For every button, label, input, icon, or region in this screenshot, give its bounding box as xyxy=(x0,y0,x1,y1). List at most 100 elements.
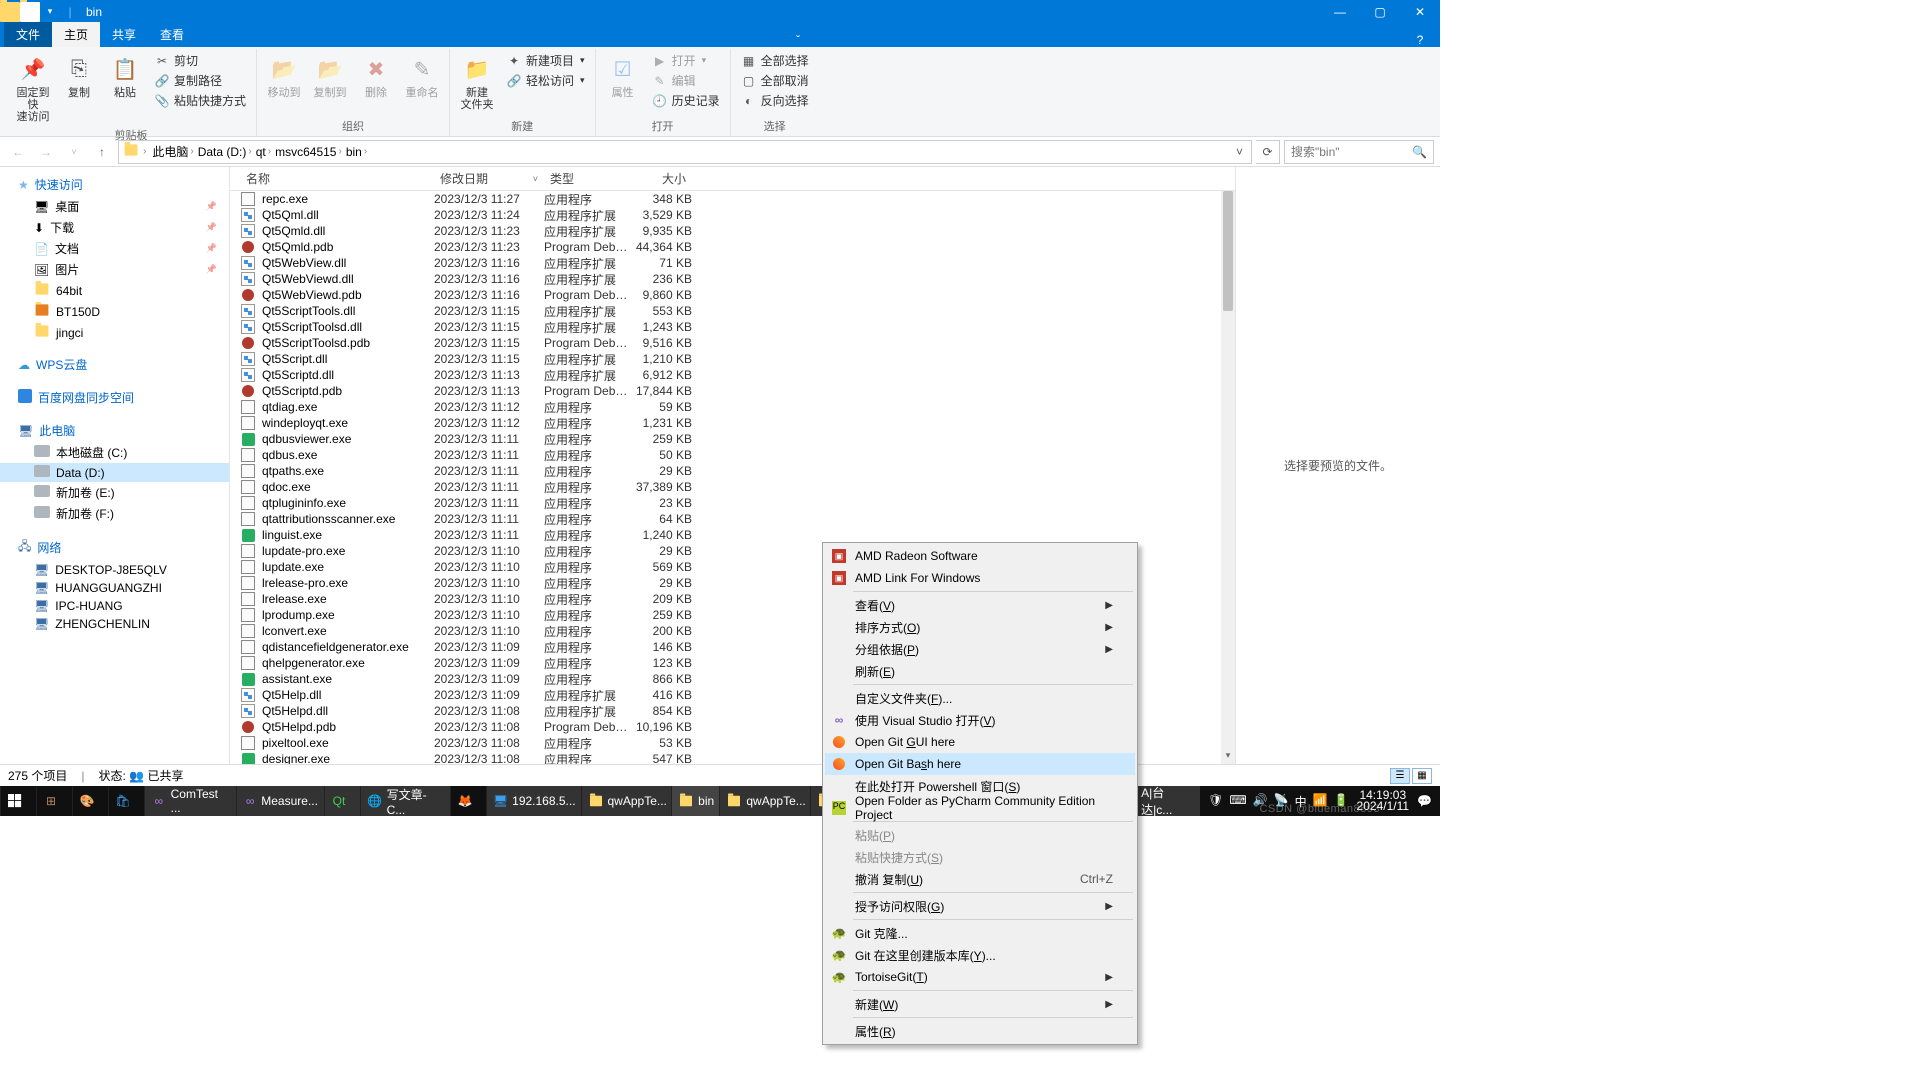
file-row[interactable]: repc.exe2023/12/3 11:27应用程序348 KB xyxy=(230,191,1235,207)
file-row[interactable]: qdbus.exe2023/12/3 11:11应用程序50 KB xyxy=(230,447,1235,463)
menu-item[interactable]: 查看(V)▶ xyxy=(825,594,1135,616)
select-all-button[interactable]: ▦全部选择 xyxy=(737,51,813,70)
file-row[interactable]: Qt5Script.dll2023/12/3 11:15应用程序扩展1,210 … xyxy=(230,351,1235,367)
tray-icon[interactable]: 中 xyxy=(1295,793,1307,810)
taskbar-button[interactable]: bin xyxy=(671,786,719,816)
nav-item[interactable]: ⬇下载 xyxy=(0,217,229,238)
taskbar-button[interactable]: 🌐写文章-C... xyxy=(360,786,450,816)
file-row[interactable]: Qt5WebView.dll2023/12/3 11:16应用程序扩展71 KB xyxy=(230,255,1235,271)
address-bar[interactable]: › 此电脑›Data (D:)›qt›msvc64515›bin› ˅ xyxy=(118,140,1252,164)
tray-icon[interactable]: 🔋 xyxy=(1334,793,1349,810)
forward-button[interactable]: → xyxy=(34,140,58,164)
nav-drive[interactable]: Data (D:) xyxy=(0,463,229,482)
file-row[interactable]: qtattributionsscanner.exe2023/12/3 11:11… xyxy=(230,511,1235,527)
breadcrumb[interactable]: msvc64515› xyxy=(273,145,344,159)
file-row[interactable]: qtpaths.exe2023/12/3 11:11应用程序29 KB xyxy=(230,463,1235,479)
maximize-button[interactable]: ▢ xyxy=(1360,0,1400,23)
nav-item[interactable]: 🖼图片 xyxy=(0,259,229,280)
file-row[interactable]: Qt5Qmld.dll2023/12/3 11:23应用程序扩展9,935 KB xyxy=(230,223,1235,239)
taskbar-button[interactable]: ∞ComTest ... xyxy=(144,786,236,816)
search-input[interactable]: 搜索"bin"🔍 xyxy=(1284,140,1434,164)
nav-drive[interactable]: 本地磁盘 (C:) xyxy=(0,442,229,463)
pin-to-quick-access-button[interactable]: 📌固定到快速访问 xyxy=(12,51,54,125)
menu-item[interactable]: 🐢TortoiseGit(T)▶ xyxy=(825,966,1135,988)
minimize-button[interactable]: — xyxy=(1320,0,1360,23)
nav-item[interactable]: BT150D xyxy=(0,301,229,322)
up-button[interactable]: ↑ xyxy=(90,140,114,164)
taskbar-button[interactable]: 🦊 xyxy=(450,786,486,816)
taskbar-button[interactable]: ⊞ xyxy=(36,786,72,816)
breadcrumb[interactable]: bin› xyxy=(344,145,369,159)
details-view-icon[interactable]: ☰ xyxy=(1390,768,1410,784)
file-row[interactable]: Qt5ScriptTools.dll2023/12/3 11:15应用程序扩展5… xyxy=(230,303,1235,319)
navigation-pane[interactable]: ★快速访问 🖥桌面⬇下载📄文档🖼图片64bitBT150Djingci ☁WPS… xyxy=(0,167,230,764)
nav-net-pc[interactable]: 🖥HUANGGUANGZHI xyxy=(0,579,229,597)
nav-net-pc[interactable]: 🖥IPC-HUANG xyxy=(0,597,229,615)
nav-item[interactable]: 📄文档 xyxy=(0,238,229,259)
move-to-button[interactable]: 📂移动到 xyxy=(263,51,305,101)
file-row[interactable]: qtdiag.exe2023/12/3 11:12应用程序59 KB xyxy=(230,399,1235,415)
col-name[interactable]: 名称 xyxy=(240,170,434,187)
menu-item[interactable]: 撤消 复制(U)Ctrl+Z xyxy=(825,868,1135,890)
menu-item[interactable]: 🐢Git 克隆... xyxy=(825,922,1135,944)
menu-item[interactable]: 自定义文件夹(F)... xyxy=(825,687,1135,709)
file-row[interactable]: Qt5Scriptd.dll2023/12/3 11:13应用程序扩展6,912… xyxy=(230,367,1235,383)
tray-icon[interactable]: 📶 xyxy=(1313,793,1328,810)
clock[interactable]: 14:19:03 2024/1/11 xyxy=(1357,790,1410,812)
address-dropdown-icon[interactable]: ˅ xyxy=(1232,145,1247,159)
col-type[interactable]: 类型 xyxy=(544,170,632,187)
nav-net-pc[interactable]: 🖥ZHENGCHENLIN xyxy=(0,615,229,633)
properties-button[interactable]: ☑属性 xyxy=(602,51,644,101)
menu-item[interactable]: 排序方式(O)▶ xyxy=(825,616,1135,638)
taskbar-button[interactable]: 🛍 xyxy=(108,786,144,816)
taskbar-button[interactable]: qwAppTe... xyxy=(719,786,810,816)
menu-item[interactable]: Open Git Bash here xyxy=(825,753,1135,775)
col-date[interactable]: 修改日期˅ xyxy=(434,170,544,187)
baidu-sync[interactable]: 百度网盘同步空间 xyxy=(0,386,229,409)
menu-item[interactable]: 分组依据(P)▶ xyxy=(825,638,1135,660)
ribbon-collapse-icon[interactable]: ˇ xyxy=(778,33,818,47)
nav-drive[interactable]: 新加卷 (E:) xyxy=(0,482,229,503)
file-row[interactable]: Qt5WebViewd.dll2023/12/3 11:16应用程序扩展236 … xyxy=(230,271,1235,287)
nav-net-pc[interactable]: 🖥DESKTOP-J8E5QLV xyxy=(0,561,229,579)
menu-item[interactable]: 🐢Git 在这里创建版本库(Y)... xyxy=(825,944,1135,966)
file-row[interactable]: linguist.exe2023/12/3 11:11应用程序1,240 KB xyxy=(230,527,1235,543)
nav-item[interactable]: 64bit xyxy=(0,280,229,301)
rename-button[interactable]: ✎重命名 xyxy=(401,51,443,101)
scrollbar[interactable]: ▴ ▾ xyxy=(1221,191,1235,764)
new-item-button[interactable]: ✦新建项目▾ xyxy=(502,51,589,70)
nav-item[interactable]: 🖥桌面 xyxy=(0,196,229,217)
network-header[interactable]: 🖧网络 xyxy=(0,534,229,561)
large-icons-view-icon[interactable]: ▦ xyxy=(1412,768,1432,784)
recent-button[interactable]: ˅ xyxy=(62,140,86,164)
cut-button[interactable]: ✂剪切 xyxy=(150,51,250,70)
tab-share[interactable]: 共享 xyxy=(100,22,148,47)
new-folder-button[interactable]: 📁新建文件夹 xyxy=(456,51,498,113)
menu-item[interactable]: 授予访问权限(G)▶ xyxy=(825,895,1135,917)
taskbar-button[interactable]: 🖥192.168.5... xyxy=(486,786,581,816)
quick-access-header[interactable]: ★快速访问 xyxy=(0,173,229,196)
tab-home[interactable]: 主页 xyxy=(52,22,100,47)
scroll-down-icon[interactable]: ▾ xyxy=(1221,750,1235,764)
file-row[interactable]: Qt5Qml.dll2023/12/3 11:24应用程序扩展3,529 KB xyxy=(230,207,1235,223)
paste-button[interactable]: 📋粘贴 xyxy=(104,51,146,101)
qat-dropdown-icon[interactable]: ▾ xyxy=(40,2,60,22)
back-button[interactable]: ← xyxy=(6,140,30,164)
tab-view[interactable]: 查看 xyxy=(148,22,196,47)
taskbar-button[interactable]: ∞Measure... xyxy=(236,786,324,816)
paste-shortcut-button[interactable]: 📎粘贴快捷方式 xyxy=(150,91,250,110)
taskbar-button[interactable]: 🎨 xyxy=(72,786,108,816)
taskbar-button[interactable]: Qt xyxy=(324,786,360,816)
history-button[interactable]: 🕘历史记录 xyxy=(648,91,724,110)
this-pc-header[interactable]: 🖥此电脑 xyxy=(0,419,229,442)
invert-selection-button[interactable]: ◐反向选择 xyxy=(737,91,813,110)
taskbar-button[interactable]: qwAppTe... xyxy=(581,786,672,816)
breadcrumb[interactable]: Data (D:)› xyxy=(196,145,254,159)
menu-item[interactable]: 刷新(E) xyxy=(825,660,1135,682)
tray-icon[interactable]: 📡 xyxy=(1274,793,1289,810)
nav-drive[interactable]: 新加卷 (F:) xyxy=(0,503,229,524)
copy-path-button[interactable]: 🔗复制路径 xyxy=(150,71,250,90)
file-row[interactable]: qtplugininfo.exe2023/12/3 11:11应用程序23 KB xyxy=(230,495,1235,511)
help-icon[interactable]: ? xyxy=(1400,33,1440,47)
tray-icon[interactable]: 🛡 xyxy=(1208,793,1223,810)
